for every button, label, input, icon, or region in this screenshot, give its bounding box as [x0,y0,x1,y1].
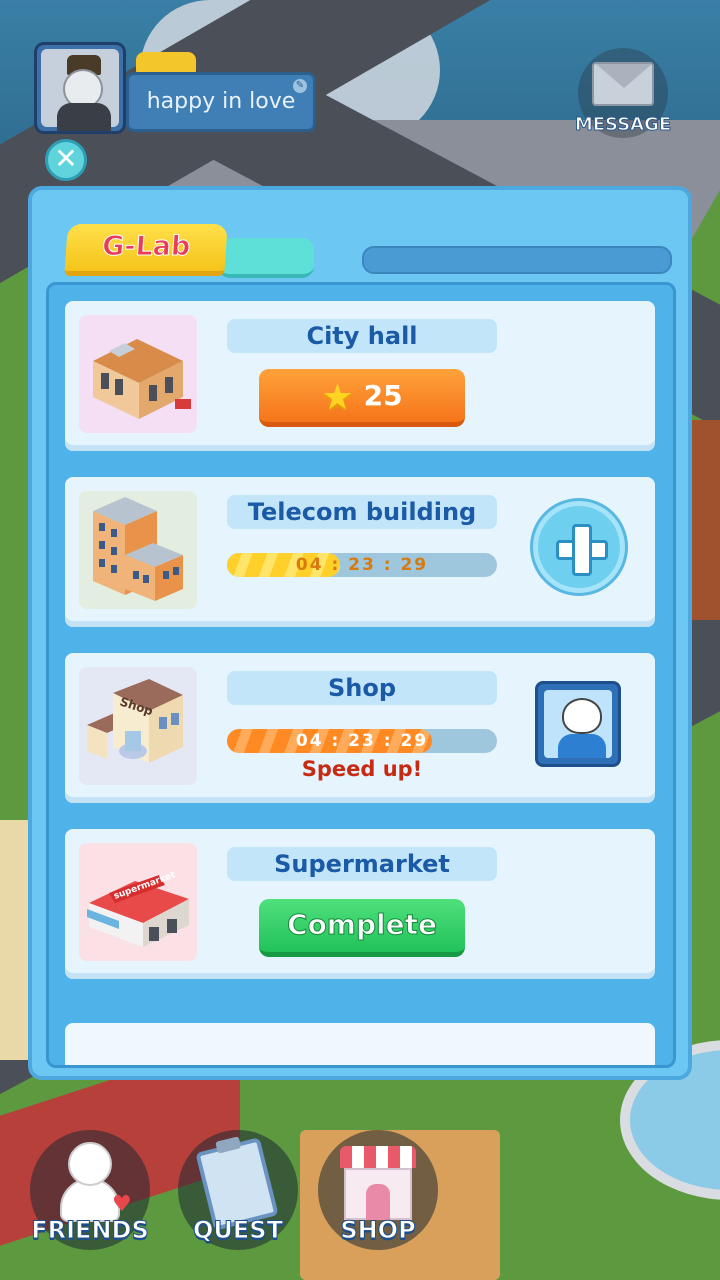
avatar[interactable] [34,42,126,134]
player-name: happy in love [146,89,296,114]
message-label: MESSAGE [574,114,672,136]
close-icon: ✕ [54,142,78,175]
building-list[interactable]: City hall ★ 25 Telecom building 04: 23 … [46,282,676,1068]
building-title: City hall [227,319,497,353]
list-item-shop: Shop Shop 04 : 23 : 29 Speed up! [65,653,655,803]
friend-helper-button[interactable] [535,681,621,767]
bottom-nav: ♥ FRIENDS QUEST SHOP [0,1130,720,1280]
message-button[interactable]: MESSAGE [574,48,672,138]
nav-shop[interactable]: SHOP [318,1130,438,1250]
tab-secondary[interactable] [218,238,314,278]
telecom-building-image [79,491,197,609]
nav-label: QUEST [193,1216,284,1245]
tab-glab[interactable]: G-Lab [64,224,228,276]
build-cost-button[interactable]: ★ 25 [259,369,465,427]
nav-label: SHOP [340,1216,416,1245]
glab-panel: G-Lab City hall ★ 25 Telecom building 04… [28,186,692,1080]
build-timer: 04 : 23 : 29 [295,555,429,575]
nav-label: FRIENDS [31,1216,150,1245]
building-title: Supermarket [227,847,497,881]
star-icon: ★ [321,377,354,418]
star-cost: 25 [363,379,403,412]
nav-friends[interactable]: ♥ FRIENDS [30,1130,150,1250]
player-name-plate[interactable]: ✎ happy in love [126,72,316,132]
complete-button[interactable]: Complete [259,899,465,957]
build-progress-bar: 04 : 23 : 29 [227,553,497,577]
dog-avatar-icon [562,698,602,734]
supermarket-image: supermarket [79,843,197,961]
list-item-telecom-building: Telecom building 04 : 23 : 29 [65,477,655,627]
header-bar [362,246,672,274]
plus-icon[interactable] [533,501,625,593]
close-button[interactable]: ✕ [45,139,87,181]
build-timer: 04 : 23 : 29 [295,731,429,751]
city-hall-image [79,315,197,433]
empty-slot [65,1023,655,1065]
list-item-city-hall: City hall ★ 25 [65,301,655,451]
speed-up-link[interactable]: Speed up! [227,757,497,781]
build-progress-bar: 04 : 23 : 29 [227,729,497,753]
player-profile[interactable]: ✎ happy in love [34,42,324,136]
building-title: Shop [227,671,497,705]
building-title: Telecom building [227,495,497,529]
nav-quest[interactable]: QUEST [178,1130,298,1250]
list-item-supermarket: supermarket Supermarket Complete [65,829,655,979]
shop-image: Shop [79,667,197,785]
envelope-icon [592,62,654,106]
